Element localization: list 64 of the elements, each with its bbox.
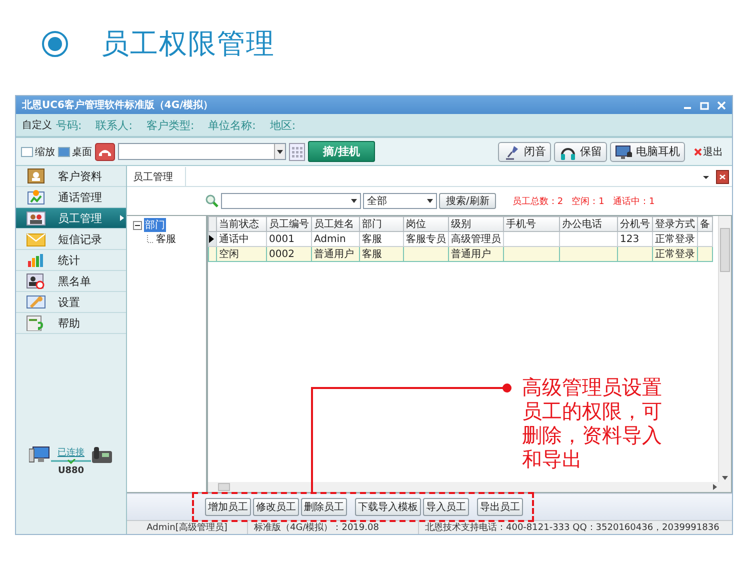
exit-button[interactable]: 退出 (694, 144, 723, 158)
sidebar-item[interactable]: 黑名单 (16, 271, 126, 292)
table-cell: 正常登录 (655, 249, 695, 260)
annotation-text: 高级管理员设置员工的权限，可删除，资料导入和导出 (522, 375, 663, 471)
column-header[interactable]: 登录方式 (652, 216, 698, 232)
field-label: 地区: (270, 118, 296, 132)
table-cell: 123 (620, 234, 640, 244)
table-cell: 普通用户 (314, 249, 354, 260)
field-label: 联系人: (96, 118, 132, 132)
employee-stats: 员工总数：2 空闲：1 通话中：1 (512, 196, 655, 208)
sidebar-item[interactable]: 员工管理 (16, 208, 126, 229)
action-button[interactable]: 导入员工 (423, 498, 469, 516)
table-cell: 0001 (269, 234, 294, 244)
checkbox-label: 桌面 (72, 146, 92, 158)
column-header[interactable]: 办公电话 (560, 216, 618, 232)
column-header[interactable]: 部门 (360, 216, 404, 232)
checkbox-label: 缩放 (35, 146, 55, 158)
tree-node[interactable]: 部门 (144, 218, 166, 232)
action-button[interactable]: 修改员工 (253, 498, 299, 516)
column-header[interactable]: 级别 (448, 216, 504, 232)
column-header[interactable]: 手机号 (504, 216, 560, 232)
field-label: 单位名称: (208, 118, 256, 132)
field-label: 客户类型: (146, 118, 194, 132)
page-title: 员工权限管理 (101, 26, 275, 62)
toolbar-button[interactable]: 闭音 (498, 142, 551, 162)
sidebar-item[interactable]: 帮助 (16, 313, 126, 334)
table-cell: 0002 (269, 248, 294, 260)
status-text: Admin[高级管理员] (127, 521, 248, 534)
table-cell: 普通用户 (451, 249, 491, 260)
table-cell: 通话中 (219, 234, 249, 245)
column-header[interactable]: 员工编号 (266, 216, 312, 232)
sidebar-item[interactable]: 客户资料 (16, 166, 126, 187)
action-button[interactable]: 导出员工 (477, 498, 523, 516)
sidebar-item[interactable]: 短信记录 (16, 229, 126, 250)
table-cell: 客服 (362, 234, 382, 245)
connection-status: 已连接 (58, 446, 84, 459)
department-select[interactable]: 全部 (363, 193, 437, 209)
sidebar-item[interactable]: 统计 (16, 250, 126, 271)
field-label: 号码: (56, 118, 82, 132)
action-button[interactable]: 增加员工 (205, 498, 251, 516)
table-cell: 客服 (362, 249, 382, 260)
table-cell: 空闲 (219, 249, 239, 260)
device-model: U880 (58, 466, 84, 476)
status-text: 北恩技术支持电话：400-8121-333 QQ：3520160436，2039991836 (424, 522, 720, 534)
action-button[interactable]: 下载导入模板 (355, 498, 421, 516)
column-header[interactable]: 分机号 (618, 216, 652, 232)
table-cell: Admin (314, 234, 346, 244)
status-text: 标准版（4G/模拟）：2019.08 (248, 521, 419, 534)
action-button[interactable]: 删除员工 (301, 498, 347, 516)
sidebar-item[interactable]: 设置 (16, 292, 126, 313)
table-cell: 客服专员 (406, 234, 446, 245)
column-header[interactable]: 员工姓名 (312, 216, 360, 232)
toolbar-button[interactable]: 电脑耳机 (610, 142, 685, 162)
column-header[interactable]: 备 (698, 216, 712, 232)
window-title: 北恩UC6客户管理软件标准版（4G/模拟） (22, 98, 214, 112)
search-button[interactable]: 搜索/刷新 (439, 193, 496, 209)
toolbar-button[interactable]: 保留 (554, 142, 607, 162)
table-cell: 正常登录 (655, 234, 695, 245)
table-cell: 高级管理员 (451, 234, 501, 245)
column-header[interactable]: 岗位 (404, 216, 448, 232)
table-row[interactable]: 空闲 0002 普通用户 客服 普通用户 正常登录 (208, 246, 712, 262)
column-header[interactable]: 当前状态 (216, 216, 266, 232)
tree-node[interactable]: 客服 (156, 232, 176, 246)
customize-label[interactable]: 自定义 (22, 118, 52, 132)
